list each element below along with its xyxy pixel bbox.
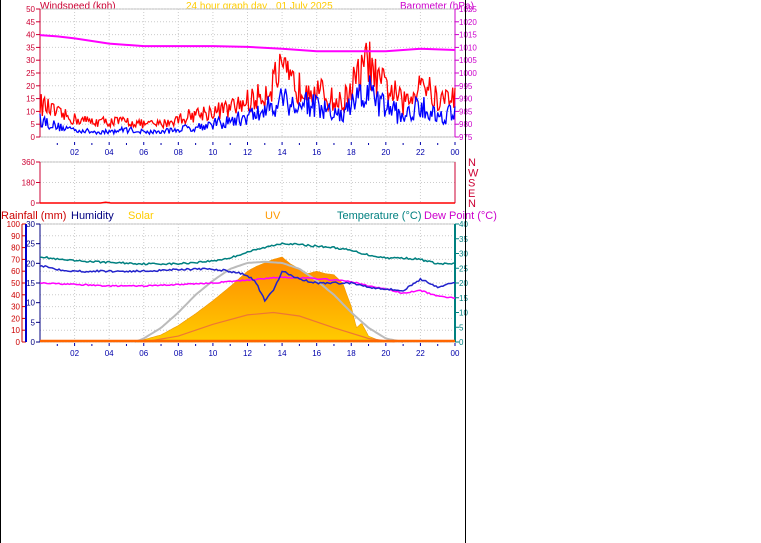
top-y-left-tick-label: 30 xyxy=(26,56,35,65)
bot-x-tick-label: 12 xyxy=(243,349,252,358)
top-y-left-tick-label: 10 xyxy=(26,107,35,116)
mid-y-left-tick-label: 0 xyxy=(31,199,36,208)
bot-x-tick-label: 08 xyxy=(174,349,183,358)
wind-direction-panel: 0180360 NWSEN xyxy=(22,157,479,210)
top-y-right-tick-label: 1015 xyxy=(459,31,477,40)
bot-rain-tick-label: 10 xyxy=(11,326,20,335)
top-y-left-tick-label: 5 xyxy=(31,120,36,129)
top-y-right-tick-label: 1020 xyxy=(459,18,477,27)
bot-x-tick-label: 20 xyxy=(381,349,390,358)
top-x-tick-label: 20 xyxy=(381,148,390,157)
bot-temp-tick-label: 15 xyxy=(459,294,468,303)
wind-barometer-panel: 0510152025303540455097598098599099510001… xyxy=(26,5,477,157)
top-x-tick-label: 08 xyxy=(174,148,183,157)
top-y-left-tick-label: 20 xyxy=(26,82,35,91)
bot-temp-tick-label: 30 xyxy=(459,250,468,259)
mid-y-left-tick-label: 180 xyxy=(22,179,36,188)
top-y-left-tick-label: 35 xyxy=(26,43,35,52)
bot-rain-tick-label: 70 xyxy=(11,255,20,264)
humidity-label: Humidity xyxy=(71,210,114,222)
bot-x-tick-label: 02 xyxy=(70,349,79,358)
top-x-tick-label: 06 xyxy=(139,148,148,157)
top-x-tick-label: 02 xyxy=(70,148,79,157)
solar-label: Solar xyxy=(128,210,154,222)
uv-label: UV xyxy=(265,210,281,222)
top-x-tick-label: 00 xyxy=(451,148,460,157)
bot-x-tick-label: 00 xyxy=(451,349,460,358)
bot-x-tick-label: 10 xyxy=(208,349,217,358)
top-x-tick-label: 14 xyxy=(278,148,287,157)
temperature-label: Temperature (°C) xyxy=(337,210,421,222)
bot-hum-tick-label: 5 xyxy=(31,318,36,327)
bot-rain-tick-label: 80 xyxy=(11,244,20,253)
top-x-tick-label: 22 xyxy=(416,148,425,157)
bot-temp-tick-label: 35 xyxy=(459,235,468,244)
top-y-right-tick-label: 1025 xyxy=(459,5,477,14)
bot-rain-tick-label: 20 xyxy=(11,314,20,323)
top-x-tick-label: 10 xyxy=(208,148,217,157)
top-y-left-tick-label: 0 xyxy=(31,133,36,142)
bot-temp-tick-label: 20 xyxy=(459,279,468,288)
bot-temp-tick-label: 5 xyxy=(459,323,464,332)
bot-rain-tick-label: 0 xyxy=(16,338,21,347)
top-y-left-tick-label: 15 xyxy=(26,95,35,104)
bot-hum-tick-label: 25 xyxy=(26,240,35,249)
top-y-right-tick-label: 1000 xyxy=(459,69,477,78)
bot-temp-tick-label: 10 xyxy=(459,309,468,318)
bot-x-tick-label: 14 xyxy=(278,349,287,358)
bot-x-tick-label: 16 xyxy=(312,349,321,358)
wind-direction-line xyxy=(40,201,455,204)
weather-graph: Windspeed (kph) 24 hour graph day 01 Jul… xyxy=(0,0,497,543)
bot-temp-tick-label: 40 xyxy=(459,220,468,229)
mid-compass-label: N xyxy=(468,198,476,210)
bot-rain-tick-label: 30 xyxy=(11,303,20,312)
bot-x-tick-label: 06 xyxy=(139,349,148,358)
top-y-left-tick-label: 40 xyxy=(26,31,35,40)
temperature-solar-panel: 0102030405060708090100051015202530051015… xyxy=(7,220,469,358)
bot-hum-tick-label: 30 xyxy=(26,220,35,229)
bot-rain-tick-label: 60 xyxy=(11,267,20,276)
mid-y-left-tick-label: 360 xyxy=(22,158,36,167)
bot-rain-tick-label: 40 xyxy=(11,291,20,300)
top-y-left-tick-label: 50 xyxy=(26,5,35,14)
bot-hum-tick-label: 0 xyxy=(31,338,36,347)
top-y-left-tick-label: 45 xyxy=(26,18,35,27)
bot-hum-tick-label: 15 xyxy=(26,279,35,288)
bot-hum-tick-label: 10 xyxy=(26,299,35,308)
top-y-left-tick-label: 25 xyxy=(26,69,35,78)
bot-x-tick-label: 18 xyxy=(347,349,356,358)
bot-rain-tick-label: 50 xyxy=(11,279,20,288)
top-y-right-tick-label: 1005 xyxy=(459,56,477,65)
top-y-right-tick-label: 1010 xyxy=(459,43,477,52)
bot-x-tick-label: 04 xyxy=(105,349,114,358)
bot-rain-tick-label: 100 xyxy=(7,220,21,229)
bot-hum-tick-label: 20 xyxy=(26,259,35,268)
top-x-tick-label: 18 xyxy=(347,148,356,157)
top-x-tick-label: 16 xyxy=(312,148,321,157)
top-x-tick-label: 12 xyxy=(243,148,252,157)
bot-temp-tick-label: 25 xyxy=(459,264,468,273)
bot-temp-tick-label: 0 xyxy=(459,338,464,347)
top-x-tick-label: 04 xyxy=(105,148,114,157)
bot-rain-tick-label: 90 xyxy=(11,232,20,241)
bot-x-tick-label: 22 xyxy=(416,349,425,358)
